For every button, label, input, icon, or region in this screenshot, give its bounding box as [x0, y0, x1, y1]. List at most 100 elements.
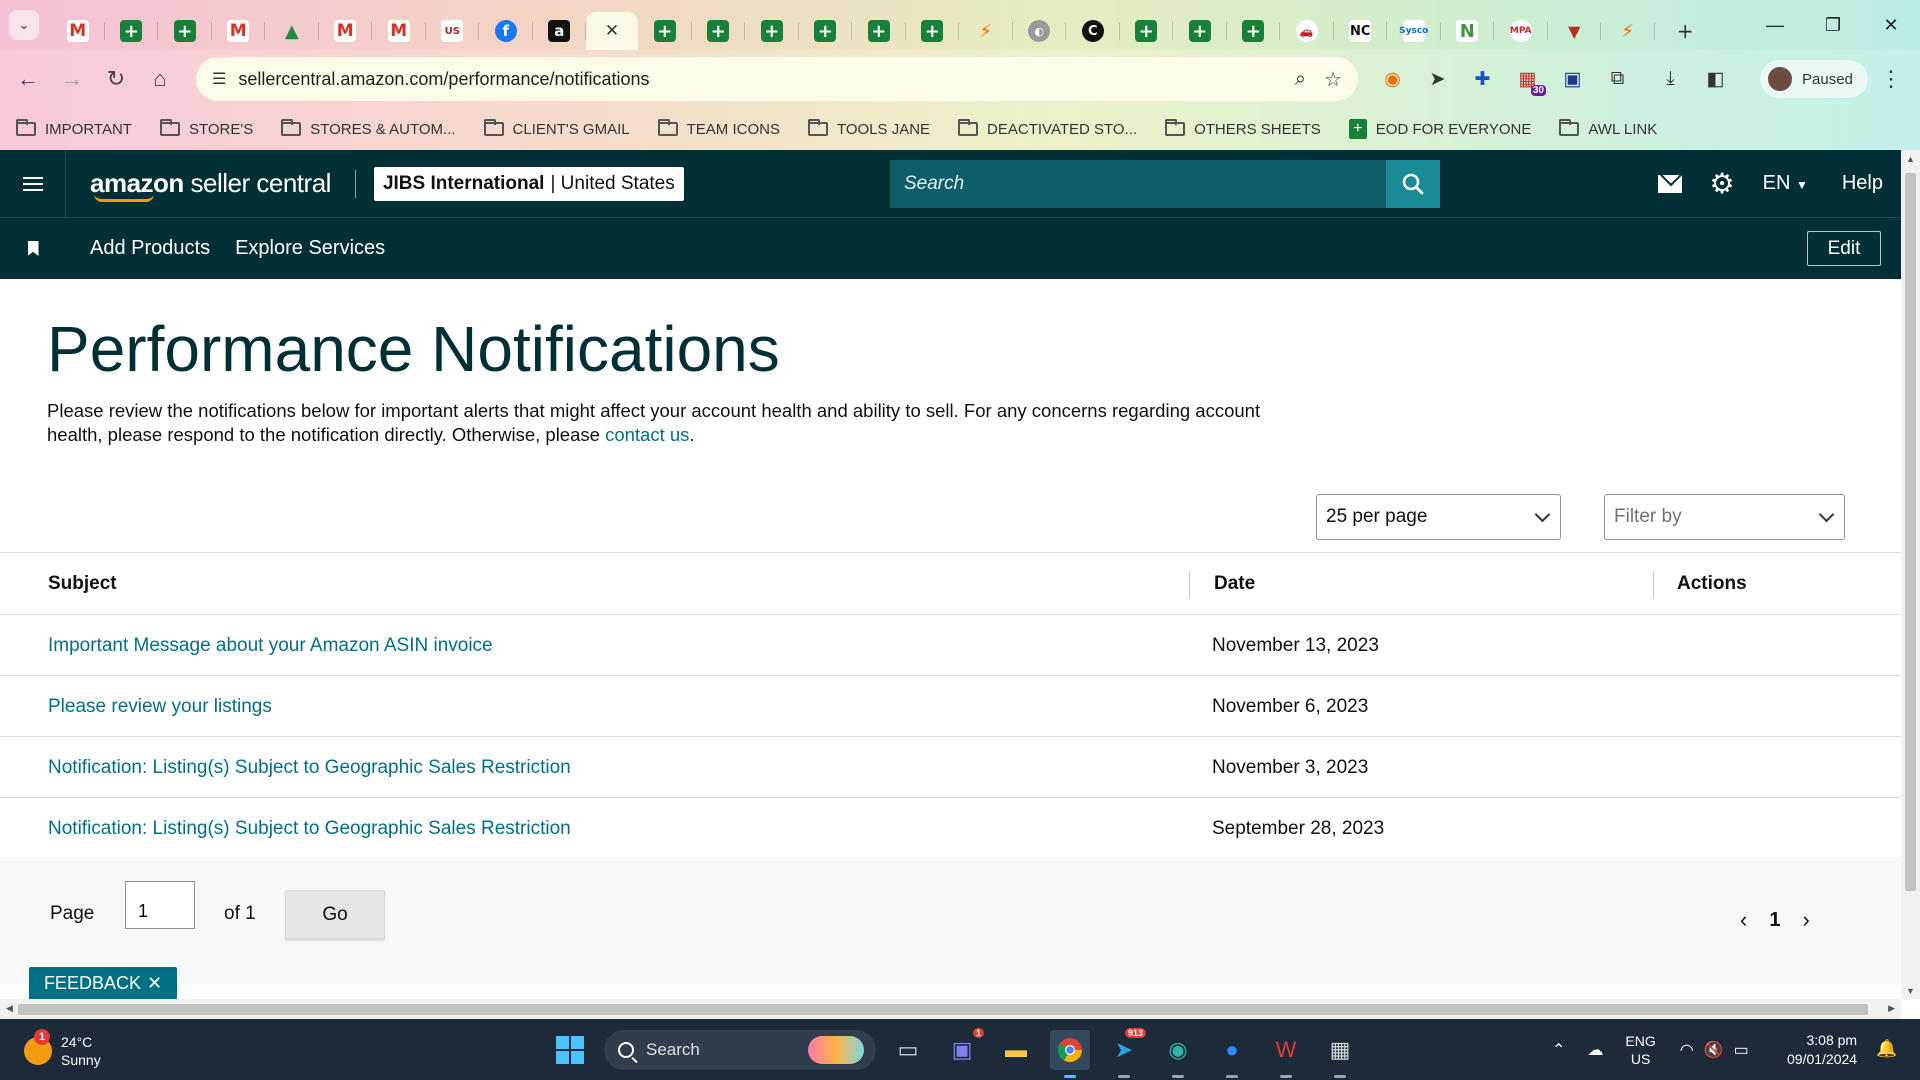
forward-button[interactable]: → [54, 61, 90, 97]
bookmark-star-icon[interactable]: ☆ [1324, 67, 1342, 92]
teams-icon[interactable]: ▣ 1 [942, 1027, 984, 1070]
tab[interactable]: N [1441, 12, 1494, 50]
help-link[interactable]: Help [1842, 172, 1883, 195]
notification-subject-link[interactable]: Notification: Listing(s) Subject to Geog… [48, 818, 571, 840]
input-language[interactable]: ENG US [1625, 1032, 1655, 1068]
tab[interactable]: M [51, 12, 105, 50]
notification-subject-link[interactable]: Notification: Listing(s) Subject to Geog… [48, 757, 571, 779]
calculator-icon[interactable]: ▦ [1320, 1030, 1360, 1078]
onedrive-icon[interactable]: ☁ [1587, 1040, 1603, 1060]
side-panel-icon[interactable]: ◧ [1699, 63, 1732, 96]
scroll-up-icon[interactable]: ▲ [1906, 154, 1915, 164]
feedback-button[interactable]: FEEDBACK ✕ [29, 967, 177, 1000]
url-text[interactable]: sellercentral.amazon.com/performance/not… [238, 69, 649, 90]
tab[interactable]: + [906, 12, 959, 50]
color-picker-extension-icon[interactable]: ◉ [1376, 63, 1409, 96]
language-selector[interactable]: EN ▼ [1763, 172, 1808, 195]
task-view-icon[interactable]: ▭ [888, 1030, 928, 1070]
wifi-icon[interactable]: ◠ [1680, 1040, 1694, 1060]
tab[interactable]: NC [1334, 12, 1387, 50]
tab[interactable]: + [692, 12, 745, 50]
scroll-left-icon[interactable]: ◀ [6, 1003, 13, 1014]
tab[interactable]: M [212, 12, 265, 50]
scrollbar-thumb[interactable] [18, 1004, 1868, 1015]
weather-widget[interactable]: 1 24°C Sunny [24, 1029, 101, 1069]
current-page-number[interactable]: 1 [1769, 909, 1780, 932]
cursor-extension-icon[interactable]: ➤ [1421, 63, 1454, 96]
tab[interactable]: ▼ [1548, 12, 1601, 50]
taskbar-search[interactable]: Search [604, 1030, 876, 1070]
notification-bell-icon[interactable]: 🔔 [1876, 1039, 1897, 1059]
address-bar[interactable]: ☰ sellercentral.amazon.com/performance/n… [196, 57, 1358, 101]
tab[interactable]: + [638, 12, 692, 50]
chrome-icon[interactable] [1050, 1029, 1090, 1078]
bookmark-item[interactable]: STORE'S [159, 119, 253, 138]
new-tab-button[interactable]: + [1659, 12, 1713, 50]
grid-extension-icon[interactable]: ▣ [1556, 63, 1589, 96]
bookmark-item[interactable]: CLIENT'S GMAIL [483, 119, 630, 138]
scrollbar-thumb[interactable] [1905, 173, 1916, 891]
tab-active[interactable]: ✕ [586, 12, 638, 50]
tab[interactable]: C [1066, 12, 1120, 50]
download-icon[interactable]: ⤓ [1654, 63, 1687, 96]
bookmark-item[interactable]: TOOLS JANE [807, 119, 930, 138]
tab[interactable]: + [852, 12, 906, 50]
extensions-icon[interactable]: ⧉ [1601, 63, 1634, 96]
nav-add-products[interactable]: Add Products [90, 237, 210, 260]
bookmark-item[interactable]: + EOD FOR EVERYONE [1348, 119, 1531, 139]
tab[interactable]: 🚗 [1280, 12, 1334, 50]
tab-search-button[interactable]: ⌄ [9, 10, 39, 40]
column-date[interactable]: Date [1214, 573, 1255, 595]
close-window-button[interactable]: ✕ [1862, 0, 1920, 50]
contact-us-link[interactable]: contact us [605, 424, 689, 445]
tab[interactable]: + [158, 12, 212, 50]
tab[interactable]: US [426, 12, 479, 50]
edge-icon[interactable]: ◉ [1158, 1030, 1198, 1078]
filter-select[interactable]: Filter by [1604, 494, 1845, 540]
notification-subject-link[interactable]: Important Message about your Amazon ASIN… [48, 635, 493, 657]
file-explorer-icon[interactable]: ▬ [996, 1030, 1036, 1070]
horizontal-scrollbar[interactable]: ◀ ▶ [0, 999, 1901, 1019]
store-switcher[interactable]: JIBS International | United States [373, 166, 684, 201]
restore-button[interactable]: ❐ [1804, 0, 1862, 50]
tab[interactable]: MPA [1494, 12, 1548, 50]
telegram-icon[interactable]: ➤ 913 [1104, 1027, 1146, 1078]
tab[interactable]: ◐ [1013, 12, 1066, 50]
bookmark-item[interactable]: AWL LINK [1559, 119, 1657, 138]
zoom-icon[interactable]: ⌕ [1295, 68, 1306, 91]
battery-icon[interactable]: ▭ [1734, 1040, 1749, 1060]
tab[interactable]: ⚡ [1601, 12, 1655, 50]
bookmark-item[interactable]: OTHERS SHEETS [1165, 119, 1321, 138]
site-info-icon[interactable]: ☰ [212, 69, 226, 89]
notification-subject-link[interactable]: Please review your listings [48, 696, 272, 718]
scroll-right-icon[interactable]: ▶ [1888, 1003, 1895, 1014]
chevron-up-icon[interactable]: ⌃ [1552, 1040, 1565, 1060]
calendar-extension-icon[interactable]: ▦ 30 [1511, 63, 1546, 96]
tab[interactable]: M [372, 12, 426, 50]
volume-muted-icon[interactable]: 🔇 [1704, 1040, 1724, 1060]
tab[interactable]: a [533, 12, 586, 50]
seller-central-logo[interactable]: amazon seller central [90, 168, 331, 202]
tab[interactable]: + [799, 12, 852, 50]
tab[interactable]: Sysco [1387, 12, 1441, 50]
close-icon[interactable]: ✕ [147, 973, 162, 994]
browser-menu-icon[interactable]: ⋮ [1880, 50, 1902, 108]
hamburger-menu-icon[interactable] [0, 150, 66, 217]
per-page-select[interactable]: 25 per page [1316, 494, 1561, 540]
tab[interactable]: ▲ [265, 12, 319, 50]
previous-page-icon[interactable]: ‹ [1740, 907, 1747, 933]
search-input[interactable] [890, 160, 1386, 208]
mail-icon[interactable] [1657, 174, 1682, 193]
next-page-icon[interactable]: › [1802, 907, 1809, 933]
tab[interactable]: + [105, 12, 158, 50]
search-button[interactable] [1386, 160, 1440, 208]
system-clock[interactable]: 3:08 pm 09/01/2024 [1787, 1031, 1857, 1069]
vertical-scrollbar[interactable]: ▲ ▼ [1901, 150, 1920, 999]
zoom-icon[interactable]: ● [1212, 1030, 1252, 1078]
back-button[interactable]: ← [10, 61, 46, 97]
tab[interactable]: + [1120, 12, 1173, 50]
minimize-button[interactable]: — [1746, 0, 1804, 50]
tab[interactable]: + [1173, 12, 1227, 50]
tab[interactable]: + [1227, 12, 1280, 50]
scroll-down-icon[interactable]: ▼ [1906, 986, 1915, 996]
